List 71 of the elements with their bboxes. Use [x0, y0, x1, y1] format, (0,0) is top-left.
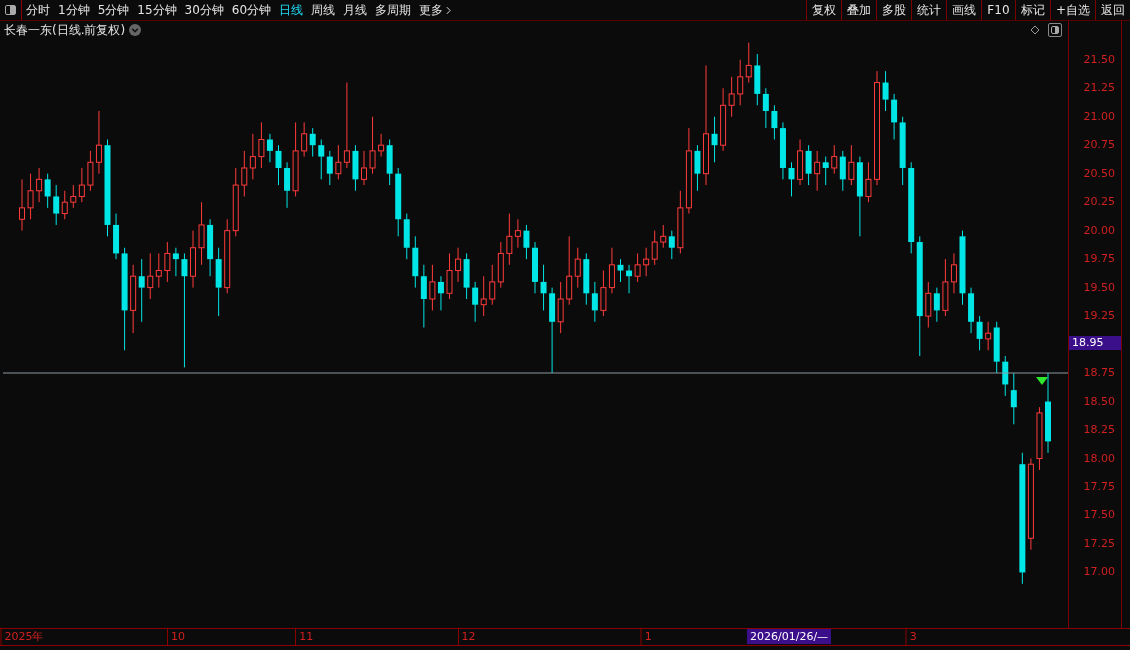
- time-axis-label: 3: [905, 629, 917, 645]
- candlestick: [617, 258, 624, 283]
- chevron-right-icon: [446, 5, 452, 15]
- price-tick-label: 18.00: [1083, 451, 1115, 466]
- price-tick-label: 21.25: [1083, 81, 1115, 96]
- candlestick: [198, 201, 205, 266]
- toolbar-button[interactable]: 复权: [805, 0, 841, 20]
- candlestick: [865, 161, 872, 203]
- diamond-icon[interactable]: [1030, 25, 1040, 35]
- price-tick-label: 17.75: [1083, 480, 1115, 494]
- candlestick: [523, 224, 530, 260]
- price-tick-label: 17.50: [1083, 508, 1115, 523]
- period-tab[interactable]: 更多: [415, 0, 456, 20]
- candlestick: [1036, 406, 1043, 471]
- price-tick-label: 20.00: [1083, 223, 1115, 238]
- toolbar-button[interactable]: 返回: [1095, 0, 1130, 20]
- price-tick-label: 19.50: [1083, 280, 1115, 295]
- candlestick: [788, 161, 795, 197]
- candlestick: [694, 144, 701, 192]
- price-tick-label: 17.25: [1083, 536, 1115, 551]
- candlestick: [190, 230, 196, 289]
- cursor-date-label: 2026/01/26/—: [747, 629, 832, 644]
- period-tab[interactable]: 周线: [307, 0, 340, 20]
- period-tab[interactable]: 1分钟: [54, 0, 94, 20]
- cursor-price-label: 18.95: [1069, 336, 1121, 350]
- period-tab[interactable]: 月线: [339, 0, 372, 20]
- period-tab[interactable]: 60分钟: [227, 0, 276, 20]
- toolbar-button[interactable]: F10: [980, 0, 1015, 20]
- time-axis-label: 1: [640, 629, 652, 645]
- price-tick-label: 18.75: [1083, 366, 1115, 381]
- price-tick-label: 20.25: [1083, 195, 1115, 210]
- period-tab[interactable]: 30分钟: [180, 0, 228, 20]
- candlestick: [369, 116, 376, 175]
- toolbar-button[interactable]: 画线: [945, 0, 981, 20]
- period-tab[interactable]: 多周期: [371, 0, 416, 20]
- price-tick-label: 19.75: [1083, 252, 1115, 267]
- candlestick: [27, 173, 34, 220]
- candlestick: [275, 144, 282, 186]
- price-tick-label: 18.25: [1083, 423, 1115, 437]
- price-tick-label: 20.75: [1083, 138, 1115, 153]
- period-tab[interactable]: 日线: [275, 0, 308, 20]
- price-tick-label: 21.50: [1083, 52, 1115, 67]
- candlestick: [446, 252, 453, 300]
- time-axis-label: 10: [166, 629, 185, 645]
- price-tick-label: 19.25: [1083, 309, 1115, 324]
- signal-triangle-icon: [1036, 377, 1048, 385]
- price-tick-label: 20.50: [1083, 166, 1115, 181]
- chart-title: 长春一东(日线.前复权): [4, 21, 126, 39]
- candlestick: [882, 70, 889, 112]
- candlestick: [711, 116, 718, 163]
- price-tick-label: 17.00: [1083, 565, 1115, 580]
- candlestick: [19, 178, 25, 232]
- price-tick-label: 18.50: [1083, 394, 1115, 409]
- toolbar-button[interactable]: 多股: [875, 0, 911, 20]
- time-axis-label: 12: [457, 629, 476, 645]
- toolbar-button[interactable]: +自选: [1049, 0, 1095, 20]
- candlestick: [361, 150, 367, 186]
- period-tab[interactable]: 5分钟: [93, 0, 134, 20]
- toolbar-button[interactable]: 统计: [910, 0, 946, 20]
- toolbar-button[interactable]: 叠加: [840, 0, 876, 20]
- toolbar-button[interactable]: 标记: [1014, 0, 1050, 20]
- price-tick-label: 21.00: [1083, 109, 1115, 124]
- period-tab[interactable]: 15分钟: [133, 0, 181, 20]
- candlestick: [352, 144, 359, 192]
- panel-toggle-icon[interactable]: [1048, 23, 1062, 37]
- time-axis-label: 2025年: [0, 629, 44, 645]
- candlestick: [540, 264, 547, 311]
- dropdown-icon[interactable]: [129, 24, 142, 36]
- time-axis-label: 11: [295, 629, 314, 645]
- period-tab[interactable]: 分时: [22, 0, 54, 20]
- candlestick: [532, 241, 538, 294]
